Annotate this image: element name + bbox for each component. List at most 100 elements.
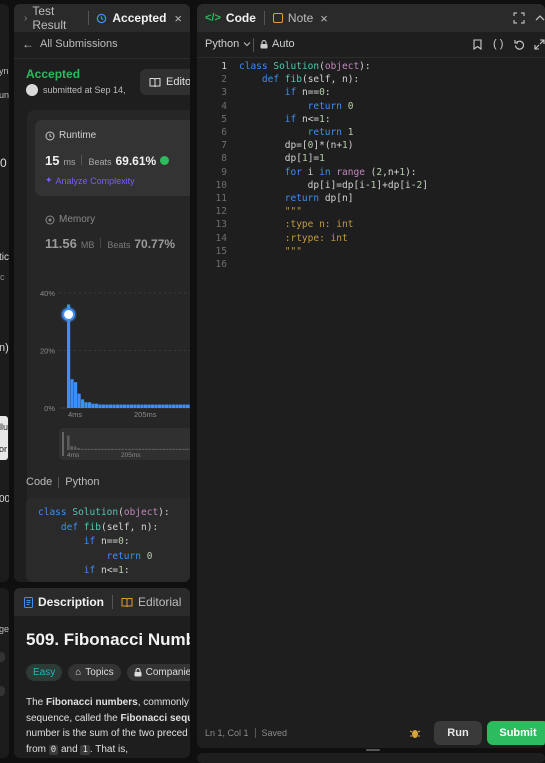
chevron-down-icon bbox=[243, 41, 251, 47]
left-edge-text-2: un bbox=[0, 90, 9, 100]
line-number: 1 bbox=[221, 61, 227, 72]
auto-label: Auto bbox=[272, 38, 295, 50]
line-number: 6 bbox=[221, 127, 227, 139]
fullscreen-icon[interactable] bbox=[513, 12, 525, 24]
distribution-bar bbox=[102, 404, 106, 408]
mini-bar bbox=[114, 448, 118, 450]
note-icon bbox=[272, 13, 283, 23]
line-number: 14 bbox=[215, 232, 227, 244]
distribution-bar bbox=[116, 404, 120, 408]
distribution-bar bbox=[182, 404, 186, 408]
distribution-bar bbox=[70, 379, 74, 408]
braces-icon[interactable]: ( ) bbox=[493, 38, 503, 50]
runtime-value-row: 15 ms Beats 69.61% bbox=[45, 153, 170, 168]
distribution-bar bbox=[109, 404, 113, 408]
left-edge-text-6: n) bbox=[0, 342, 9, 354]
tab-code[interactable]: </> Code bbox=[197, 4, 264, 32]
submit-button[interactable]: Submit bbox=[487, 721, 545, 745]
debug-bug-icon[interactable] bbox=[409, 727, 421, 739]
mini-bar bbox=[165, 448, 169, 450]
tab-test-result[interactable]: › Test Result bbox=[14, 4, 88, 32]
left-edge-dot bbox=[0, 652, 5, 662]
tab-note[interactable]: Note × bbox=[265, 4, 336, 32]
desc-text: from bbox=[26, 743, 49, 755]
line-number: 12 bbox=[215, 206, 227, 218]
lock-icon bbox=[260, 39, 268, 49]
mini-bar bbox=[80, 448, 84, 450]
line-number: 5 bbox=[221, 113, 227, 125]
mini-bar bbox=[101, 448, 104, 450]
bookmark-icon[interactable] bbox=[473, 39, 482, 50]
tab-note-label: Note bbox=[287, 11, 314, 25]
mini-bar bbox=[169, 448, 172, 450]
distribution-bar bbox=[189, 404, 190, 408]
status-accepted: Accepted bbox=[26, 67, 81, 81]
close-icon[interactable]: × bbox=[174, 11, 182, 26]
distribution-bar bbox=[133, 404, 137, 408]
distribution-bar bbox=[172, 404, 176, 408]
analyze-complexity-link[interactable]: ✦ Analyze Complexity bbox=[45, 175, 135, 186]
distribution-bar bbox=[161, 404, 165, 408]
distribution-bar bbox=[186, 404, 190, 408]
code-editor-content[interactable]: class Solution(object): def fib(self, n)… bbox=[239, 60, 428, 271]
runtime-value: 15 bbox=[45, 153, 60, 168]
reset-icon[interactable] bbox=[514, 39, 525, 50]
line-number: 7 bbox=[221, 140, 227, 152]
distribution-bar bbox=[77, 393, 81, 408]
language-select[interactable]: Python bbox=[205, 38, 251, 50]
clock-icon bbox=[45, 131, 55, 141]
mini-bar bbox=[152, 448, 155, 450]
topics-chip[interactable]: ⌂ Topics bbox=[68, 664, 121, 681]
arrow-left-icon: ← bbox=[22, 37, 34, 51]
left-edge-text-10: ge bbox=[0, 624, 9, 634]
close-icon[interactable]: × bbox=[320, 11, 328, 26]
distribution-bar bbox=[84, 402, 88, 408]
runtime-beats-value: 69.61% bbox=[115, 154, 157, 168]
current-submission-marker bbox=[62, 308, 76, 321]
line-number-gutter: 1 2 3 4 5 6 7 8 9 10 11 12 13 14 15 16 bbox=[197, 60, 227, 271]
code-line: return dp[n] bbox=[284, 193, 354, 205]
line-number: 3 bbox=[221, 87, 227, 99]
runtime-card[interactable]: Runtime 15 ms Beats 69.61% ✦ Analyze Com… bbox=[35, 120, 190, 196]
editorial-button[interactable]: Edito bbox=[140, 69, 190, 95]
beats-badge-icon bbox=[160, 156, 170, 165]
back-to-all-submissions[interactable]: ← All Submissions bbox=[22, 37, 118, 51]
vertical-resize-handle[interactable] bbox=[366, 749, 380, 751]
mini-bar bbox=[182, 448, 186, 450]
tab-description[interactable]: Description bbox=[14, 588, 112, 616]
vertical-divider bbox=[100, 238, 102, 248]
desc-text: sequence, called the bbox=[26, 712, 121, 724]
divider bbox=[14, 58, 190, 59]
left-edge-text-3: 0 bbox=[0, 156, 7, 170]
desc-text: , commonly d bbox=[137, 697, 190, 708]
tab-editorial[interactable]: Editorial bbox=[113, 588, 189, 616]
auto-mode[interactable]: Auto bbox=[260, 38, 295, 50]
tab-accepted[interactable]: Accepted × bbox=[88, 4, 190, 32]
range-selector[interactable]: 4ms 205ms bbox=[59, 428, 190, 460]
problem-description: The Fibonacci numbers, commonly d sequen… bbox=[26, 695, 190, 758]
avatar bbox=[26, 84, 38, 96]
distribution-bar bbox=[88, 402, 92, 408]
submitted-at: submitted at Sep 14, bbox=[43, 85, 126, 95]
memory-card[interactable]: Memory 11.56 MB Beats 70.77% bbox=[35, 204, 190, 264]
editor-toolbar: Python Auto ( ) bbox=[197, 32, 545, 58]
inline-code: 1 bbox=[80, 744, 90, 755]
mini-bar bbox=[124, 448, 128, 450]
expand-icon[interactable] bbox=[534, 39, 545, 50]
desc-text: The bbox=[26, 697, 47, 708]
run-button[interactable]: Run bbox=[434, 721, 482, 745]
submitted-row: submitted at Sep 14, bbox=[26, 84, 126, 96]
code-line: """ bbox=[239, 206, 302, 218]
line-number: 11 bbox=[215, 193, 227, 205]
mini-bar bbox=[121, 448, 124, 450]
mini-bar bbox=[111, 448, 114, 450]
status-separator bbox=[254, 728, 256, 738]
code-label: Code bbox=[26, 476, 53, 488]
distribution-bar bbox=[130, 404, 134, 408]
desc-text: . That is, bbox=[89, 743, 129, 755]
chevron-up-icon[interactable] bbox=[535, 12, 545, 24]
companies-chip[interactable]: Companies bbox=[126, 664, 190, 681]
distribution-bar bbox=[175, 404, 179, 408]
code-line: dp[i]=dp[i-1]+dp[i-2] bbox=[307, 179, 428, 191]
runtime-distribution-chart[interactable]: 40% 20% 0% 4ms 205ms bbox=[27, 275, 190, 425]
